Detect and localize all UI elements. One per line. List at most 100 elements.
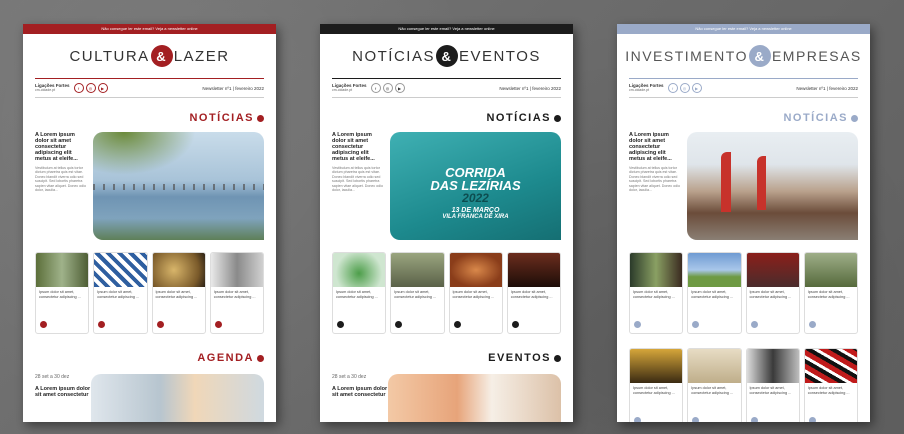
arrow-icon[interactable] (851, 114, 858, 122)
agenda-item[interactable]: 28 set a 30 dez A Lorem ipsum dolor sit a… (35, 374, 264, 422)
agenda-date: 28 set a 30 dez (35, 374, 70, 380)
news-cards: Ipsum dolor sit amet, consectetur adipis… (35, 252, 264, 334)
arrow-icon[interactable] (98, 321, 106, 328)
youtube-icon[interactable]: ▶ (394, 83, 405, 93)
agenda-image[interactable] (91, 374, 264, 422)
agenda-title[interactable]: A Lorem ipsum dolor sit amet consectetur (35, 386, 91, 398)
arrow-icon[interactable] (257, 114, 264, 122)
arrow-icon[interactable] (511, 321, 519, 328)
topbar[interactable]: Não consegue ler este email? Veja a news… (23, 24, 276, 34)
brand-logo: Ligações Fortes cm-cidade.pt (629, 83, 664, 92)
card[interactable]: Ipsum dolor sit amet, consectetur adipis… (35, 252, 90, 334)
brand-logo: Ligações Fortes cm-cidade.pt (332, 83, 367, 92)
instagram-icon[interactable]: ◎ (85, 83, 96, 93)
section-heading: EVENTOS (320, 352, 561, 364)
section-heading: NOTÍCIAS (320, 112, 561, 124)
agenda-title[interactable]: A Lorem ipsum dolor sit amet consectetur (332, 386, 388, 398)
news-cards: Ipsum dolor sit amet, consectetur adipis… (629, 348, 858, 422)
ampersand-badge: & (150, 45, 173, 67)
title-left: NOTÍCIAS (352, 47, 435, 65)
newsletter-issue: Newsletter nº1 | fevereiro 2022 (202, 85, 264, 91)
feature-body: Vestibulum at tellus quis tortor dictum … (332, 166, 383, 193)
feature-title[interactable]: A Lorem ipsum dolor sit amet consectetur… (35, 132, 87, 162)
race-poster-image[interactable]: CORRIDA DAS LEZÍRIAS 2022 13 DE MARÇO VI… (390, 132, 561, 240)
instagram-icon[interactable]: ◎ (679, 83, 690, 93)
newsletter-issue: Newsletter nº1 | fevereiro 2022 (499, 85, 561, 91)
card[interactable]: Ipsum dolor sit amet, consectetur adipis… (151, 252, 206, 334)
title-right: EMPRESAS (771, 48, 862, 64)
feature-body: Vestibulum at tellus quis tortor dictum … (629, 166, 680, 193)
arrow-icon[interactable] (634, 417, 641, 422)
title-right: LAZER (173, 47, 230, 65)
arrow-icon[interactable] (554, 354, 561, 362)
news-cards: Ipsum dolor sit amet, consectetur adipis… (332, 252, 561, 334)
card[interactable]: Ipsum dolor sit amet, consectetur adipis… (332, 252, 387, 334)
arrow-icon[interactable] (40, 321, 47, 328)
meta-row: Ligações Fortes cm-cidade.pt f ◎ ▶ Newsle… (629, 78, 858, 98)
arrow-icon[interactable] (337, 321, 344, 328)
agenda-date: 28 set a 30 dez (332, 374, 367, 380)
title-right: EVENTOS (458, 47, 541, 65)
river-bridge-image[interactable] (93, 132, 264, 240)
arrow-icon[interactable] (750, 321, 758, 328)
section-heading: NOTÍCIAS (23, 112, 264, 124)
newsletter-issue: Newsletter nº1 | fevereiro 2022 (796, 85, 858, 91)
feature-article[interactable]: A Lorem ipsum dolor sit amet consectetur… (629, 132, 858, 240)
ampersand-badge: & (748, 45, 771, 67)
masthead: CULTURA & LAZER (23, 34, 276, 78)
poster-date: 13 DE MARÇO (451, 207, 500, 214)
title-left: INVESTIMENTO (625, 48, 748, 64)
card[interactable]: Ipsum dolor sit amet, consectetur adipis… (390, 252, 445, 334)
arrow-icon[interactable] (692, 417, 700, 422)
card[interactable]: Ipsum dolor sit amet, consectetur adipis… (745, 348, 800, 422)
brand-logo: Ligações Fortes cm-cidade.pt (35, 83, 70, 92)
card[interactable]: Ipsum dolor sit amet, consectetur adipis… (803, 348, 858, 422)
arrow-icon[interactable] (453, 321, 461, 328)
card[interactable]: Ipsum dolor sit amet, consectetur adipis… (209, 252, 264, 334)
arrow-icon[interactable] (395, 321, 403, 328)
facebook-icon[interactable]: f (370, 83, 381, 93)
agenda-item[interactable]: 28 set a 30 dez A Lorem ipsum dolor sit a… (332, 374, 561, 422)
meta-row: Ligações Fortes cm-cidade.pt f ◎ ▶ Newsle… (35, 78, 264, 98)
masthead: INVESTIMENTO & EMPRESAS (617, 34, 870, 78)
arrow-icon[interactable] (750, 417, 758, 422)
poster-place: VILA FRANCA DE XIRA (442, 214, 509, 220)
card[interactable]: Ipsum dolor sit amet, consectetur adipis… (629, 348, 684, 422)
news-cards: Ipsum dolor sit amet, consectetur adipis… (629, 252, 858, 334)
card[interactable]: Ipsum dolor sit amet, consectetur adipis… (687, 348, 742, 422)
newsletter-cultura-lazer: Não consegue ler este email? Veja a news… (23, 24, 276, 422)
arrow-icon[interactable] (692, 321, 700, 328)
card[interactable]: Ipsum dolor sit amet, consectetur adipis… (745, 252, 800, 334)
section-heading: AGENDA (23, 352, 264, 364)
arrow-icon[interactable] (808, 321, 816, 328)
arrow-icon[interactable] (554, 114, 561, 122)
facebook-icon[interactable]: f (667, 83, 678, 93)
flags-building-image[interactable] (687, 132, 858, 240)
card[interactable]: Ipsum dolor sit amet, consectetur adipis… (687, 252, 742, 334)
feature-article[interactable]: A Lorem ipsum dolor sit amet consectetur… (332, 132, 561, 240)
poster-year: 2022 (462, 191, 489, 205)
facebook-icon[interactable]: f (73, 83, 84, 93)
arrow-icon[interactable] (257, 354, 264, 362)
feature-title[interactable]: A Lorem ipsum dolor sit amet consectetur… (332, 132, 384, 162)
title-left: CULTURA (69, 47, 150, 65)
card[interactable]: Ipsum dolor sit amet, consectetur adipis… (629, 252, 684, 334)
card[interactable]: Ipsum dolor sit amet, consectetur adipis… (448, 252, 503, 334)
youtube-icon[interactable]: ▶ (691, 83, 702, 93)
card[interactable]: Ipsum dolor sit amet, consectetur adipis… (93, 252, 148, 334)
youtube-icon[interactable]: ▶ (97, 83, 108, 93)
arrow-icon[interactable] (808, 417, 816, 422)
feature-article[interactable]: A Lorem ipsum dolor sit amet consectetur… (35, 132, 264, 240)
masthead: NOTÍCIAS & EVENTOS (320, 34, 573, 78)
card[interactable]: Ipsum dolor sit amet, consectetur adipis… (506, 252, 561, 334)
card[interactable]: Ipsum dolor sit amet, consectetur adipis… (803, 252, 858, 334)
ampersand-badge: & (435, 45, 458, 67)
instagram-icon[interactable]: ◎ (382, 83, 393, 93)
feature-title[interactable]: A Lorem ipsum dolor sit amet consectetur… (629, 132, 681, 162)
topbar[interactable]: Não consegue ler este email? Veja a news… (320, 24, 573, 34)
topbar[interactable]: Não consegue ler este email? Veja a news… (617, 24, 870, 34)
agenda-image[interactable] (388, 374, 561, 422)
arrow-icon[interactable] (634, 321, 641, 328)
arrow-icon[interactable] (156, 321, 164, 328)
arrow-icon[interactable] (214, 321, 222, 328)
